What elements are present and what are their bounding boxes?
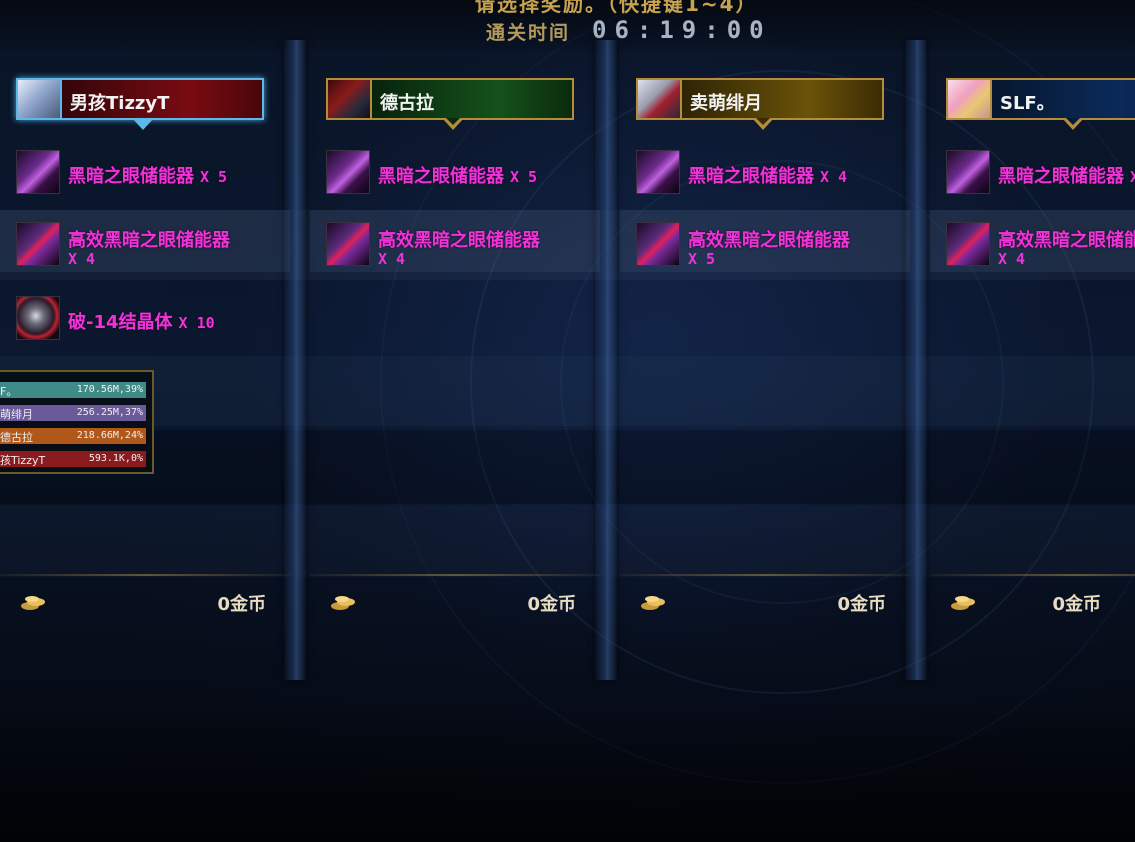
selection-pointer-inner (756, 118, 770, 125)
item-quantity: X 4 (378, 250, 406, 268)
purple-crystal-vial-icon (946, 150, 990, 194)
player-header[interactable]: SLF。 (946, 78, 1135, 130)
reward-item[interactable]: 高效黑暗之眼储能器 X 4 (930, 210, 1135, 272)
reward-item[interactable]: 高效黑暗之眼储能器 X 4 (0, 210, 290, 272)
reward-item[interactable]: 黑暗之眼储能器X 5 (0, 142, 290, 204)
item-quantity: X 4 (68, 250, 96, 268)
item-quantity: X 5 (688, 250, 716, 268)
gold-separator (310, 574, 600, 576)
player-name: SLF。 (1000, 93, 1055, 114)
player-reward-card[interactable]: 德古拉 黑暗之眼储能器 X 5 高效黑暗之眼储能器 X 4 0金币 (310, 50, 610, 670)
reward-selection-screen: 请选择奖励。（快捷键1~4） 通关时间 06:19:00 男孩TizzyT 黑暗… (0, 0, 1135, 842)
gold-amount: 0金币 (1052, 594, 1101, 615)
selection-pointer-inner (446, 118, 460, 125)
gold-coins-icon (951, 596, 975, 610)
item-name: 高效黑暗之眼储能器 (998, 230, 1135, 251)
purple-crystal-vial-icon (16, 150, 60, 194)
damage-meter-value: 170.56M,39% (76, 384, 143, 395)
gold-coins-icon (21, 596, 45, 610)
reward-instruction: 请选择奖励。（快捷键1~4） (475, 0, 758, 16)
item-name: 黑暗之眼储能器X 5 (378, 166, 538, 187)
player-name: 男孩TizzyT (70, 93, 170, 114)
player-reward-card[interactable]: 卖萌绯月 黑暗之眼储能器 X 4 高效黑暗之眼储能器 X 5 0金币 (620, 50, 920, 670)
reward-item[interactable]: 黑暗之眼储能器 X 4 (620, 142, 910, 204)
gold-separator (620, 574, 910, 576)
clear-time-label: 通关时间 (486, 22, 571, 44)
damage-meter: F。 170.56M,39% 萌绯月 256.25M,37% 德古拉 218.6… (0, 370, 154, 474)
reward-item[interactable]: 黑暗之眼储能器X 5 (310, 142, 600, 204)
gold-coins-icon (641, 596, 665, 610)
reward-item[interactable]: 黑暗之眼储能器X 5 (930, 142, 1135, 204)
damage-meter-player: 孩TizzyT (0, 454, 46, 467)
item-name: 黑暗之眼储能器X 5 (998, 166, 1135, 187)
clear-time-value: 06:19:00 (592, 16, 772, 44)
item-quantity: X 4 (998, 250, 1026, 268)
damage-meter-row: 萌绯月 256.25M,37% (0, 405, 146, 421)
avatar (948, 80, 992, 118)
gold-amount: 0金币 (217, 594, 266, 615)
purple-crystal-vial-icon (326, 150, 370, 194)
player-name: 卖萌绯月 (690, 93, 762, 114)
gold-separator (930, 574, 1135, 576)
avatar (638, 80, 682, 118)
item-name: 高效黑暗之眼储能器 (688, 230, 850, 251)
selection-pointer-inner (1066, 118, 1080, 125)
damage-meter-row: 德古拉 218.66M,24% (0, 428, 146, 444)
red-core-vial-icon (326, 222, 370, 266)
purple-crystal-vial-icon (636, 150, 680, 194)
damage-meter-value: 256.25M,37% (76, 407, 143, 418)
gold-amount: 0金币 (837, 594, 886, 615)
damage-meter-row: F。 170.56M,39% (0, 382, 146, 398)
damage-meter-player: 德古拉 (0, 431, 33, 444)
damage-meter-player: F。 (0, 385, 18, 398)
item-name: 高效黑暗之眼储能器 (68, 230, 230, 251)
gold-separator (0, 574, 290, 576)
item-name: 黑暗之眼储能器 X 4 (688, 166, 848, 187)
player-header[interactable]: 德古拉 (326, 78, 574, 130)
player-reward-card[interactable]: 男孩TizzyT 黑暗之眼储能器 X 5 高效黑暗之眼储能器 X 4 破-14结晶… (0, 50, 300, 670)
bottom-shadow (0, 700, 1135, 842)
damage-meter-value: 218.66M,24% (76, 430, 143, 441)
reward-item[interactable]: 破-14结晶体 X 10 (0, 288, 290, 350)
player-header[interactable]: 男孩TizzyT (16, 78, 264, 130)
player-header[interactable]: 卖萌绯月 (636, 78, 884, 130)
red-core-vial-icon (16, 222, 60, 266)
player-name: 德古拉 (380, 93, 434, 114)
item-name: 黑暗之眼储能器X 5 (68, 166, 228, 187)
gold-coins-icon (331, 596, 355, 610)
item-name: 高效黑暗之眼储能器 (378, 230, 540, 251)
selection-pointer (132, 118, 154, 130)
red-core-vial-icon (946, 222, 990, 266)
gold-amount: 0金币 (527, 594, 576, 615)
damage-meter-value: 593.1K,0% (88, 453, 143, 464)
item-name: 破-14结晶体 X 10 (68, 312, 215, 333)
avatar (18, 80, 62, 118)
reward-item[interactable]: 高效黑暗之眼储能器 X 4 (310, 210, 600, 272)
damage-meter-row: 孩TizzyT 593.1K,0% (0, 451, 146, 467)
reward-item[interactable]: 高效黑暗之眼储能器 X 5 (620, 210, 910, 272)
red-core-vial-icon (636, 222, 680, 266)
damage-meter-player: 萌绯月 (0, 408, 33, 421)
dark-crystal-icon (16, 296, 60, 340)
avatar (328, 80, 372, 118)
player-reward-card[interactable]: SLF。 黑暗之眼储能器X 5 高效黑暗之眼储能器 X 4 0金币 (930, 50, 1135, 670)
